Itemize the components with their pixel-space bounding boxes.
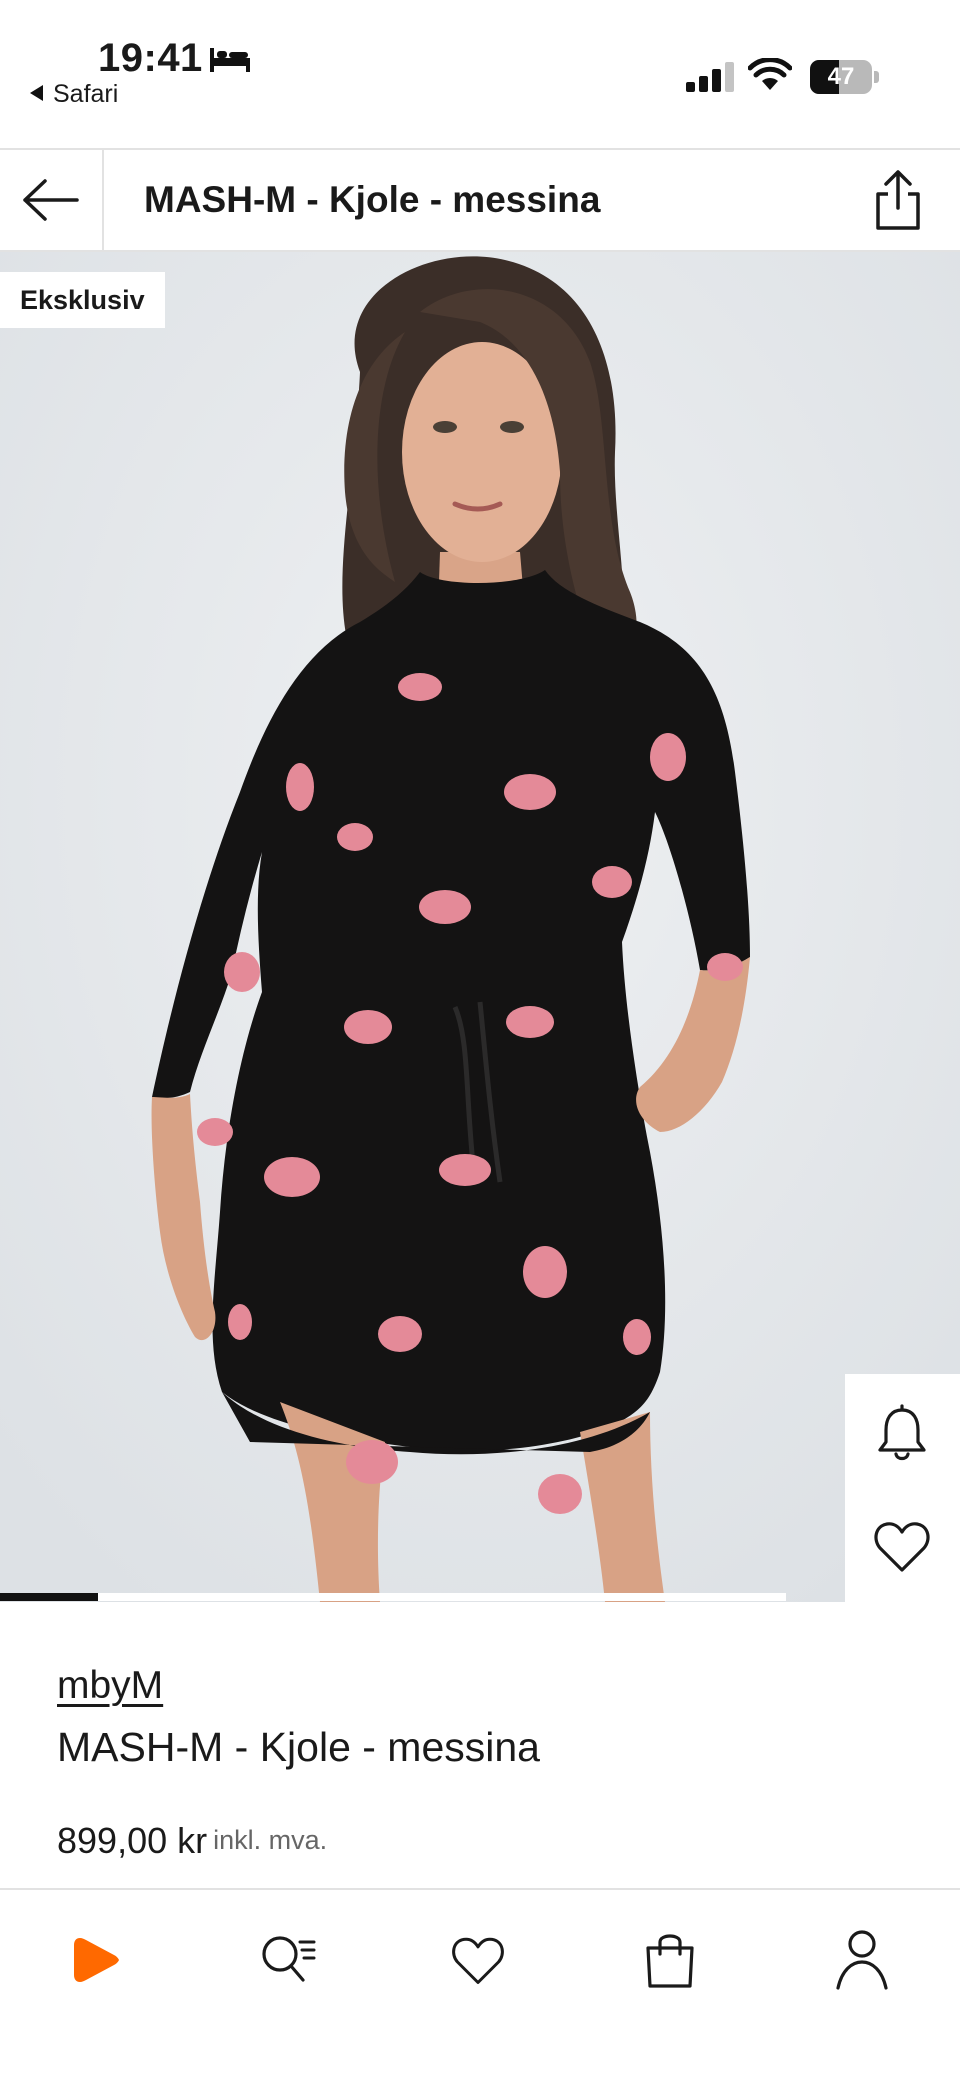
carousel-progress — [0, 1593, 786, 1601]
profile-icon — [836, 1930, 888, 1990]
status-time: 19:41 — [98, 36, 203, 80]
back-triangle-icon — [30, 85, 43, 101]
carousel-progress-fill — [0, 1593, 99, 1601]
back-button[interactable] — [0, 150, 104, 250]
share-icon[interactable] — [868, 168, 928, 232]
bag-icon — [646, 1934, 694, 1988]
bottom-tab-bar — [0, 1888, 960, 2087]
product-name: MASH-M - Kjole - messina — [57, 1724, 540, 1770]
tab-bag[interactable] — [630, 1920, 710, 2000]
back-app-label: Safari — [53, 80, 119, 108]
signal-icon — [686, 62, 734, 92]
bed-icon — [210, 48, 250, 72]
page-title: MASH-M - Kjole - messina — [144, 179, 601, 220]
battery-icon: 47 — [810, 60, 880, 94]
price: 899,00 kr — [57, 1820, 208, 1861]
tab-home[interactable] — [56, 1920, 136, 2000]
battery-level: 47 — [827, 63, 855, 90]
exclusive-badge: Eksklusiv — [0, 272, 165, 328]
search-icon — [262, 1936, 316, 1982]
arrow-left-icon — [23, 179, 79, 221]
home-icon — [74, 1938, 119, 1982]
model-photo — [0, 252, 960, 1602]
product-image[interactable]: Eksklusiv — [0, 252, 960, 1602]
image-side-actions — [845, 1374, 960, 1606]
status-bar: 19:41 Safari 47 — [0, 0, 960, 148]
tax-note: inkl. mva. — [213, 1825, 328, 1855]
tab-search[interactable] — [248, 1920, 328, 2000]
heart-icon[interactable] — [870, 1514, 934, 1578]
bell-icon[interactable] — [870, 1402, 934, 1466]
tab-profile[interactable] — [822, 1920, 902, 2000]
brand-link[interactable]: mbyM — [57, 1664, 163, 1708]
back-to-safari[interactable]: Safari — [30, 80, 118, 109]
wifi-icon — [748, 58, 792, 90]
tab-wishlist[interactable] — [438, 1920, 518, 2000]
wishlist-icon — [452, 1937, 504, 1984]
price-row: 899,00 kr inkl. mva. — [57, 1820, 327, 1862]
nav-header: MASH-M - Kjole - messina — [0, 148, 960, 252]
